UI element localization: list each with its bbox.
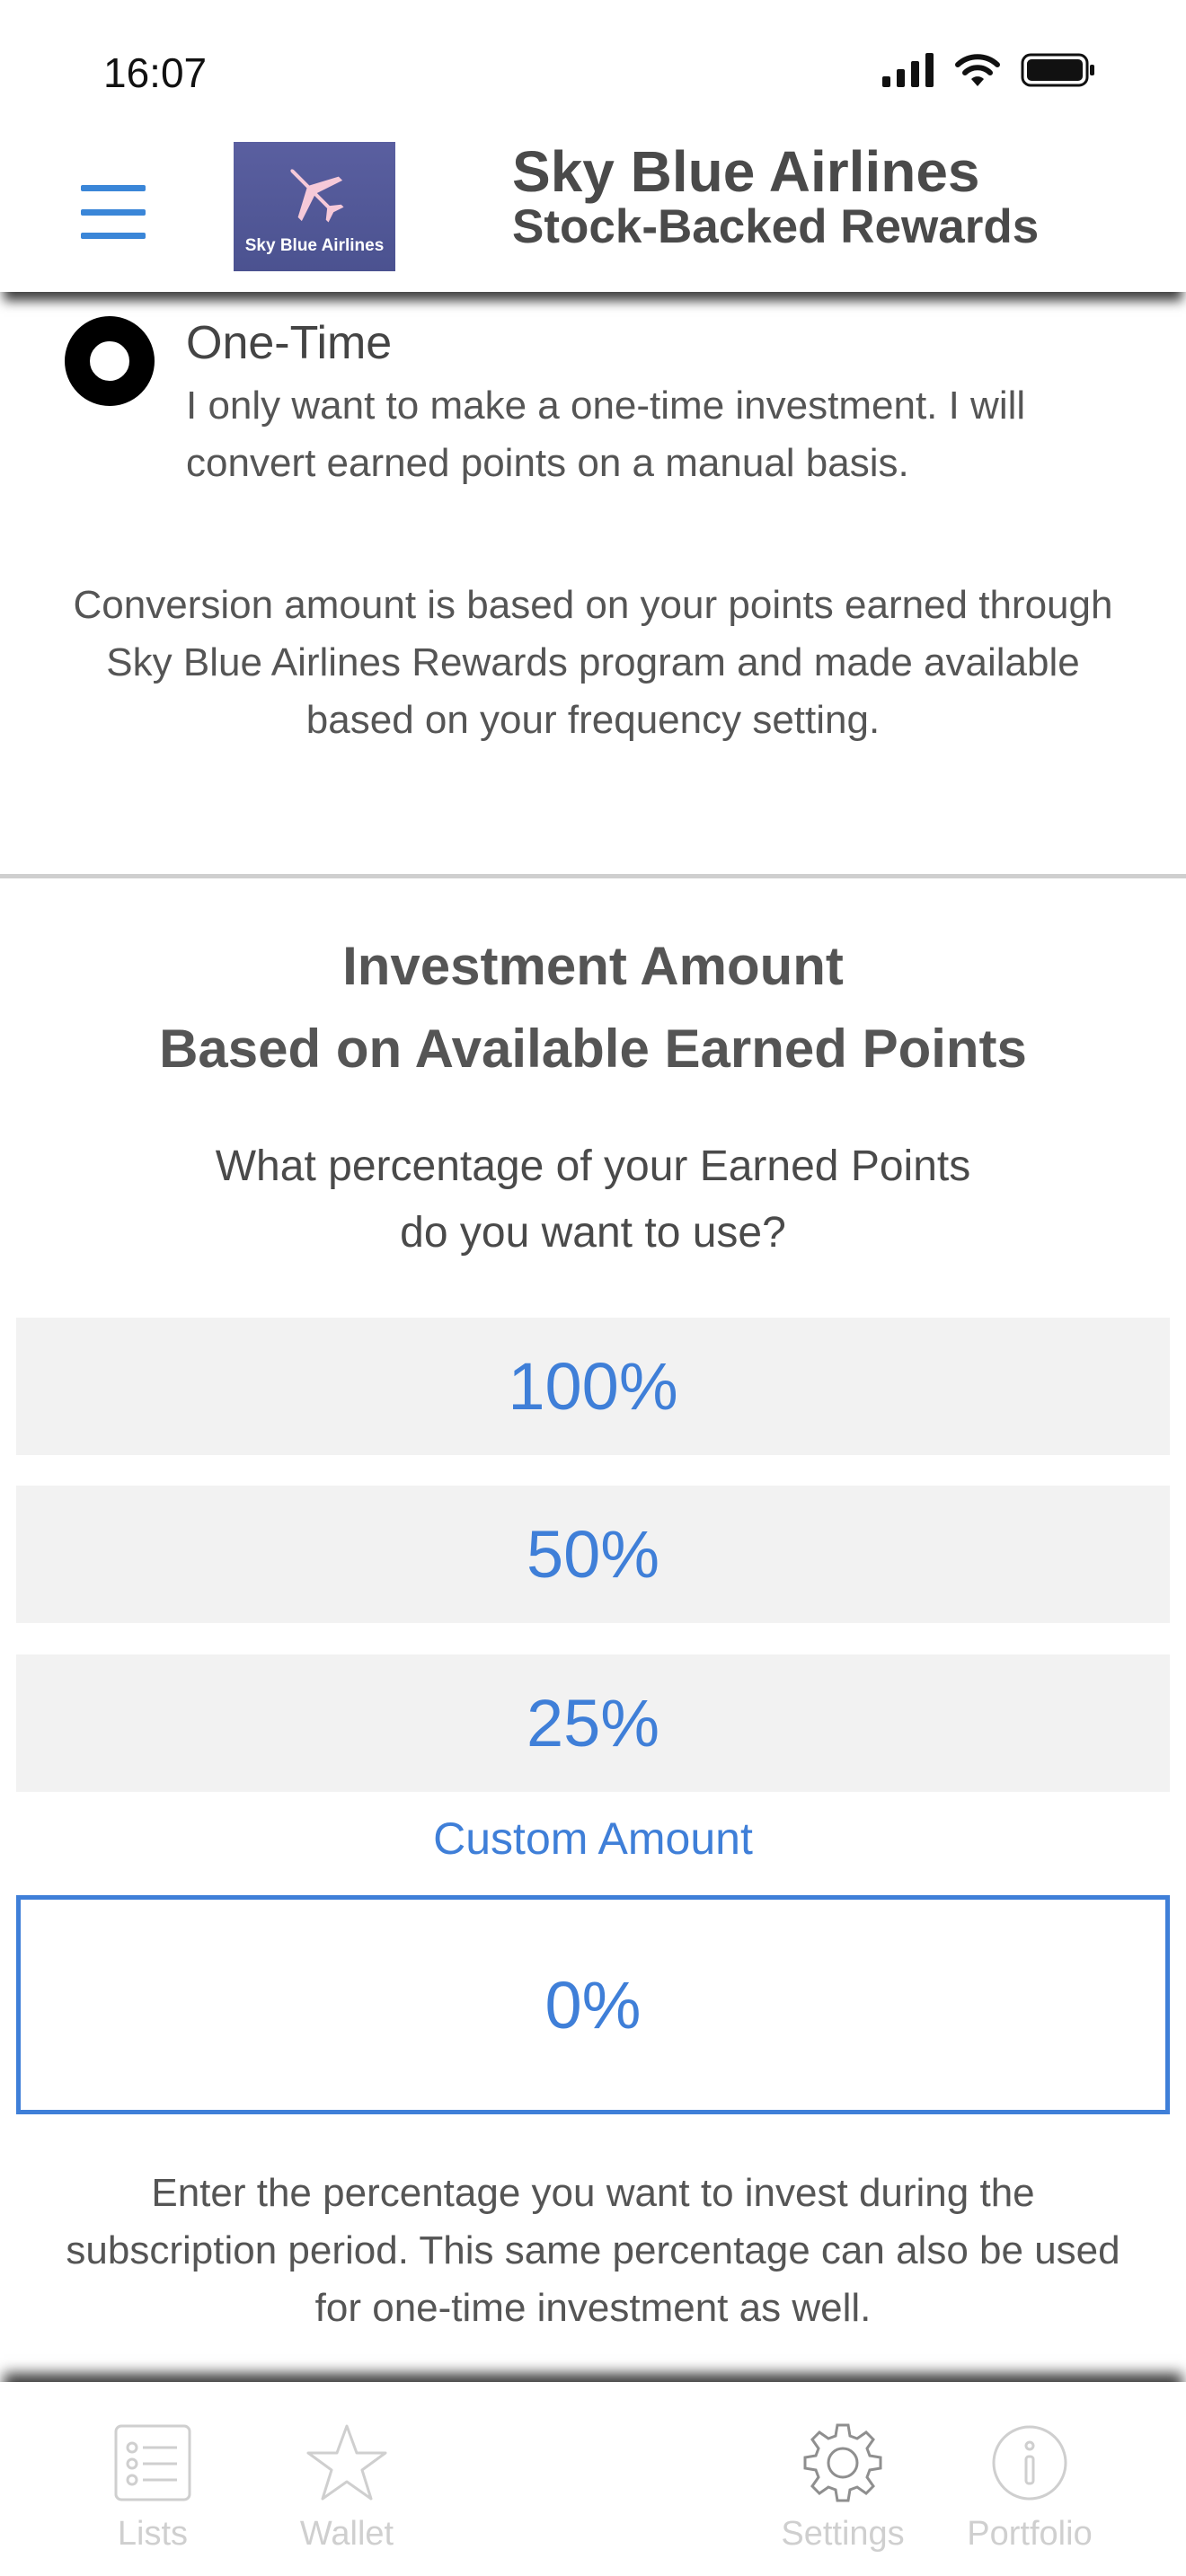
investment-title-line2: Based on Available Earned Points: [159, 1019, 1027, 1079]
section-divider: [0, 874, 1186, 878]
app-header: Sky Blue Airlines Sky Blue Airlines Stoc…: [0, 135, 1186, 292]
tab-settings-label: Settings: [781, 2515, 905, 2553]
star-icon: [306, 2424, 387, 2501]
frequency-option-description: I only want to make a one-time investmen…: [186, 384, 1026, 485]
tab-wallet-label: Wallet: [299, 2515, 394, 2553]
logo-text: Sky Blue Airlines: [244, 236, 385, 255]
app-subtitle: Stock-Backed Rewards: [512, 200, 1040, 253]
custom-amount-input[interactable]: 0%: [16, 1895, 1170, 2114]
tab-portfolio[interactable]: Portfolio: [931, 2418, 1128, 2554]
tab-lists-label: Lists: [117, 2515, 189, 2553]
question-line2: do you want to use?: [400, 1209, 786, 1257]
question-line1: What percentage of your Earned Points: [215, 1142, 971, 1190]
app-title: Sky Blue Airlines: [512, 139, 980, 204]
percentage-option-100[interactable]: 100%: [16, 1318, 1170, 1455]
radio-selected-icon[interactable]: [65, 316, 155, 406]
tab-bar: Lists Wallet Settings Portfolio: [0, 2382, 1186, 2576]
status-bar: 16:07: [0, 0, 1186, 135]
percentage-option-50[interactable]: 50%: [16, 1486, 1170, 1623]
battery-icon: [1021, 53, 1094, 87]
airline-logo: Sky Blue Airlines: [234, 142, 395, 271]
wifi-icon: [955, 54, 1000, 86]
custom-amount-label[interactable]: Custom Amount: [0, 1813, 1186, 1865]
status-time: 16:07: [103, 49, 208, 96]
status-icons: [882, 52, 1096, 88]
airplane-icon: [290, 169, 344, 223]
tab-portfolio-label: Portfolio: [967, 2515, 1093, 2553]
tab-settings[interactable]: Settings: [744, 2418, 942, 2554]
percentage-option-25[interactable]: 25%: [16, 1654, 1170, 1792]
signal-icon: [882, 53, 934, 87]
percentage-question: What percentage of your Earned Points do…: [90, 1134, 1096, 1266]
investment-title-line1: Investment Amount: [342, 936, 844, 996]
investment-section-title: Investment Amount Based on Available Ear…: [0, 925, 1186, 1090]
gear-icon: [803, 2423, 882, 2502]
info-icon: [992, 2425, 1067, 2501]
list-icon: [114, 2424, 191, 2501]
frequency-option-title: One-Time: [186, 317, 393, 369]
custom-amount-note: Enter the percentage you want to invest …: [66, 2171, 1120, 2330]
tab-wallet[interactable]: Wallet: [248, 2418, 446, 2554]
menu-icon[interactable]: [81, 185, 146, 239]
tab-lists[interactable]: Lists: [54, 2418, 252, 2554]
conversion-note: Conversion amount is based on your point…: [73, 583, 1113, 742]
